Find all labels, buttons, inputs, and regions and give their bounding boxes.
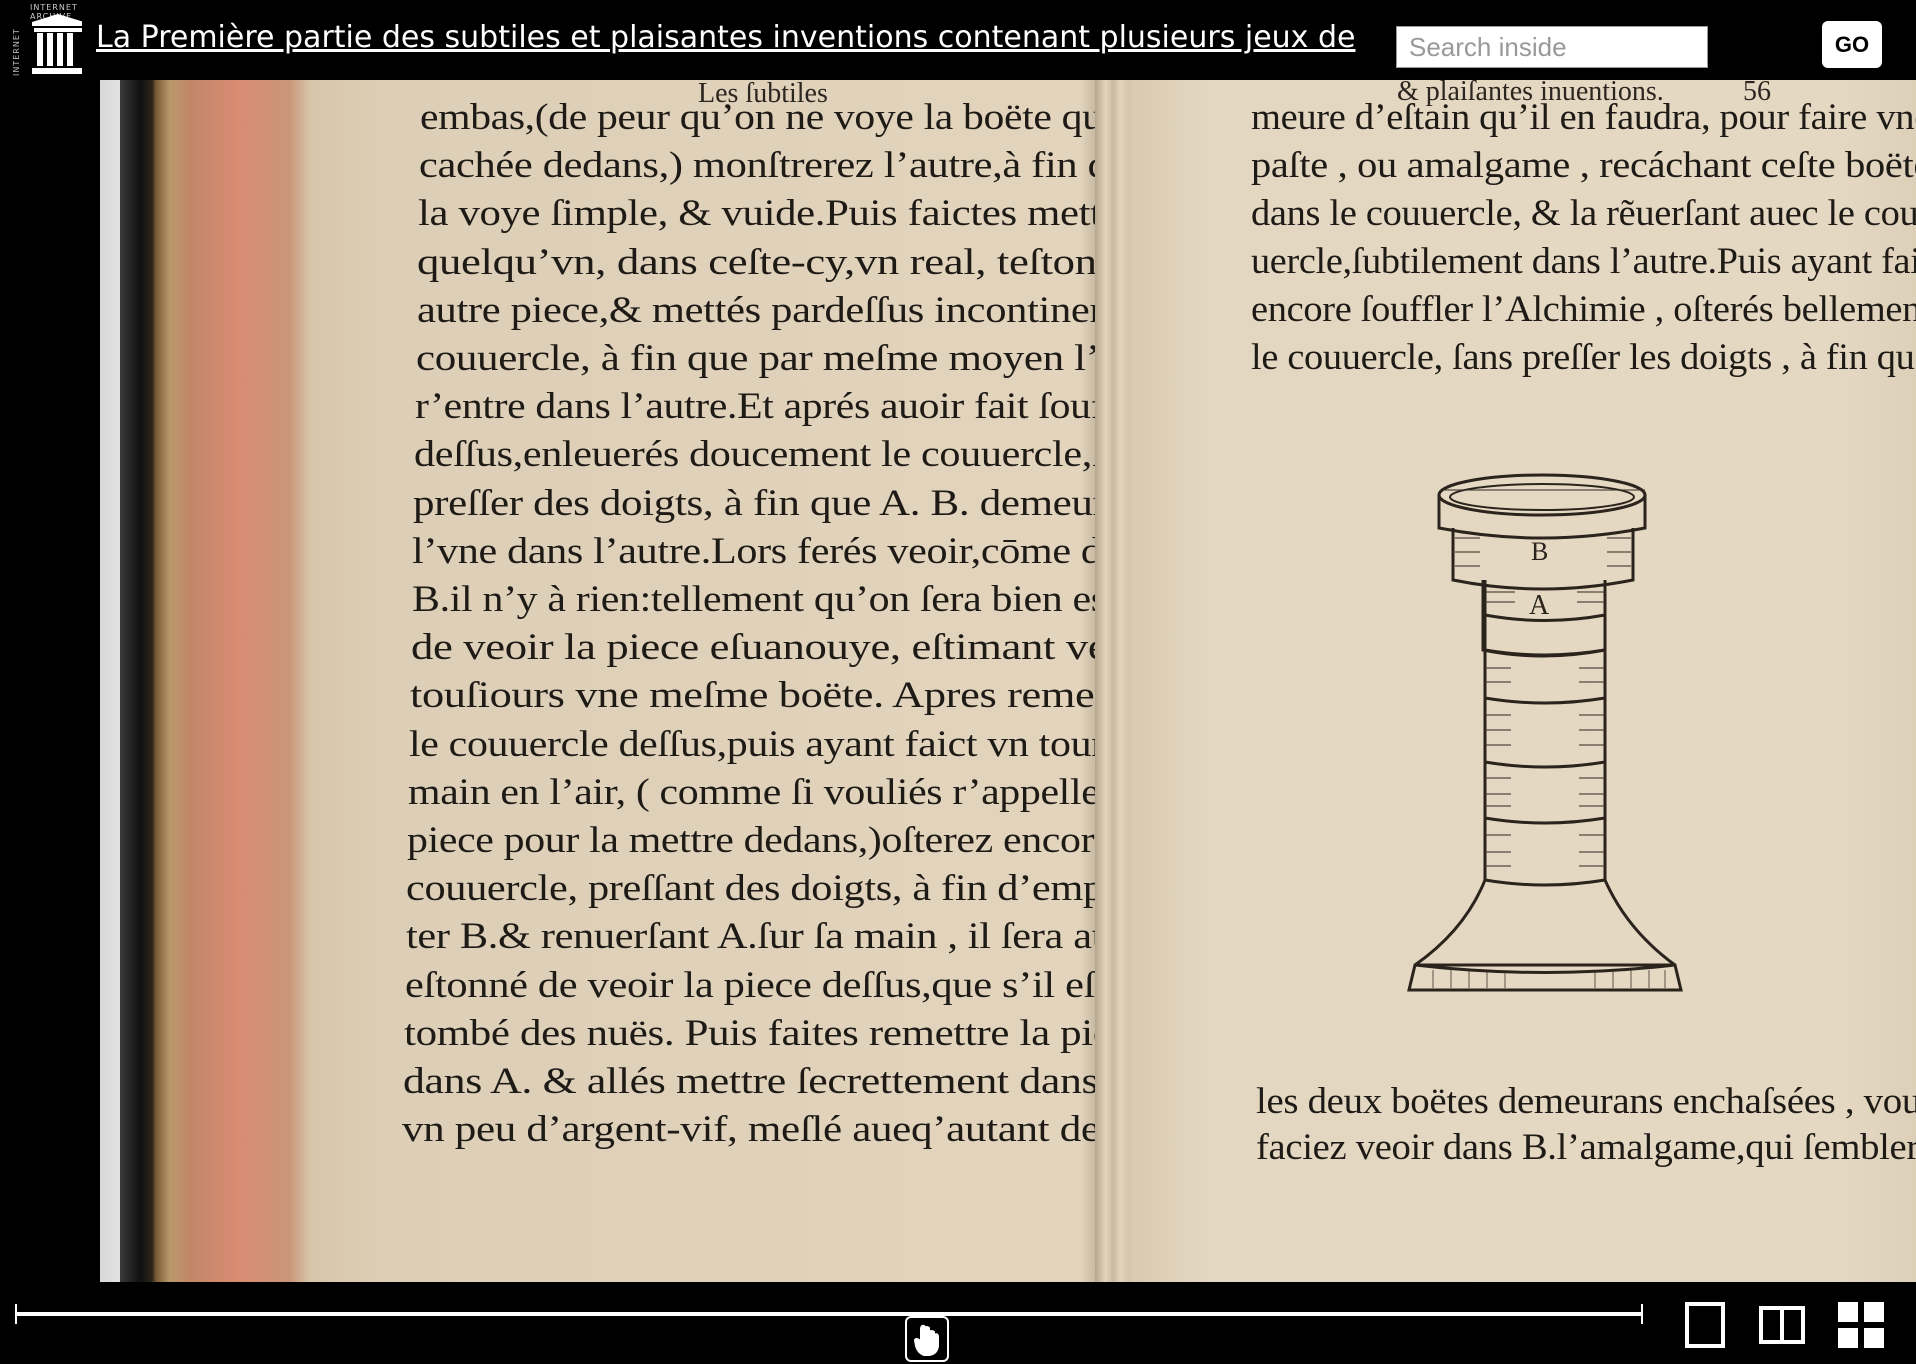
page-spread: Les ſubtiles embas,(de peur qu’on ne voy… <box>100 80 1916 1282</box>
text-line: tombé des nuës. Puis faites remettre la … <box>403 1012 1149 1054</box>
left-page[interactable]: Les ſubtiles embas,(de peur qu’on ne voy… <box>100 80 1165 1282</box>
text-line: faciez veoir dans B.l’amalgame,qui ſembl… <box>1256 1127 1916 1168</box>
text-line: de veoir la piece eſuanouye, eſtimant ve… <box>410 627 1156 669</box>
text-line: l’vne dans l’autre.Lors ferés veoir,cōme… <box>412 530 1158 572</box>
text-line: couuercle, à fin que par meſme moyen l’v… <box>415 338 1161 379</box>
nested-boxes-illustration: B A <box>1407 473 1683 992</box>
text-line: paſte , ou amalgame , recáchant ceſte bo… <box>1251 145 1916 186</box>
text-line: uercle,ſubtilement dans l’autre.Puis aya… <box>1251 241 1916 282</box>
archive-building-icon <box>32 14 82 74</box>
text-line: touſiours vne meſme boëte. Apres remetté… <box>409 675 1155 717</box>
page-slider-handle[interactable] <box>904 1316 949 1362</box>
text-line: dans le couuercle, & la rẽuerſant auec l… <box>1251 193 1916 234</box>
text-line: preſſer des doigts, à fin que A. B. deme… <box>413 482 1159 524</box>
bottom-nav-bar <box>0 1282 1916 1364</box>
text-line: cachée dedans,) monſtrerez l’autre,à fin… <box>419 145 1165 187</box>
text-line: encore ſouffler l’Alchimie , oſterés bel… <box>1251 289 1916 330</box>
text-line: la voye ſimple, & vuide.Puis faictes met… <box>418 193 1164 235</box>
go-button[interactable]: GO <box>1822 21 1882 68</box>
two-page-view-button[interactable] <box>1757 1300 1805 1350</box>
text-line: r’entre dans l’autre.Et aprés auoir fait… <box>414 386 1160 428</box>
two-page-icon <box>1759 1306 1805 1344</box>
text-line: couuercle, preſſant des doigts, à fin d’… <box>406 868 1152 910</box>
internet-archive-logo[interactable]: INTERNET INTERNET ARCHIVE <box>6 2 82 78</box>
search-inside-input[interactable] <box>1396 26 1708 68</box>
figure-label-a: A <box>1529 590 1550 621</box>
text-line: le couuercle, ſans preſſer les doigts , … <box>1251 337 1916 378</box>
pointing-hand-icon <box>913 1324 939 1356</box>
text-line: quelqu’vn, dans ceſte-cy,vn real, teſton… <box>417 241 1163 283</box>
text-line: le couuercle deſſus,puis ayant faict vn … <box>408 723 1154 765</box>
thumbnail-view-button[interactable] <box>1836 1300 1884 1350</box>
text-line: meure d’eſtain qu’il en faudra, pour fai… <box>1251 97 1916 138</box>
book-viewer[interactable]: Les ſubtiles embas,(de peur qu’on ne voy… <box>100 80 1916 1282</box>
one-page-view-button[interactable] <box>1683 1300 1729 1350</box>
text-line: vn peu d’argent-vif, meſlé aueq’autant d… <box>402 1109 1148 1151</box>
book-title-link[interactable]: La Première partie des subtiles et plais… <box>96 20 1355 55</box>
text-line: autre piece,& mettés pardeſſus incontine… <box>416 289 1163 331</box>
book-gutter <box>1095 80 1131 1282</box>
text-line: eſtonné de veoir la piece deſſus,que s’i… <box>404 964 1151 1006</box>
slider-end-tick <box>1641 1304 1643 1324</box>
text-line: embas,(de peur qu’on ne voye la boëte qu… <box>420 97 1165 138</box>
text-line: ter B.& renuerſant A.ſur ſa main , il ſe… <box>405 916 1152 958</box>
text-line: deſſus,enleuerés doucement le couuercle,… <box>414 434 1159 476</box>
text-line: B.il n’y à rien:tellement qu’on ſera bie… <box>411 579 1157 620</box>
text-line: main en l’air, ( comme ſi vouliés r’appe… <box>408 771 1153 813</box>
text-line: les deux boëtes demeurans enchaſsées , v… <box>1256 1081 1916 1122</box>
grid-icon <box>1838 1302 1884 1348</box>
single-page-icon <box>1685 1302 1725 1348</box>
figure-label-b: B <box>1531 537 1548 566</box>
text-line: piece pour la mettre dedans,)oſterez enc… <box>407 820 1153 861</box>
top-bar: INTERNET INTERNET ARCHIVE La Première pa… <box>0 0 1916 80</box>
page-slider-track[interactable] <box>15 1312 1643 1316</box>
text-line: dans A. & allés mettre ſecrettement dans… <box>403 1061 1149 1102</box>
